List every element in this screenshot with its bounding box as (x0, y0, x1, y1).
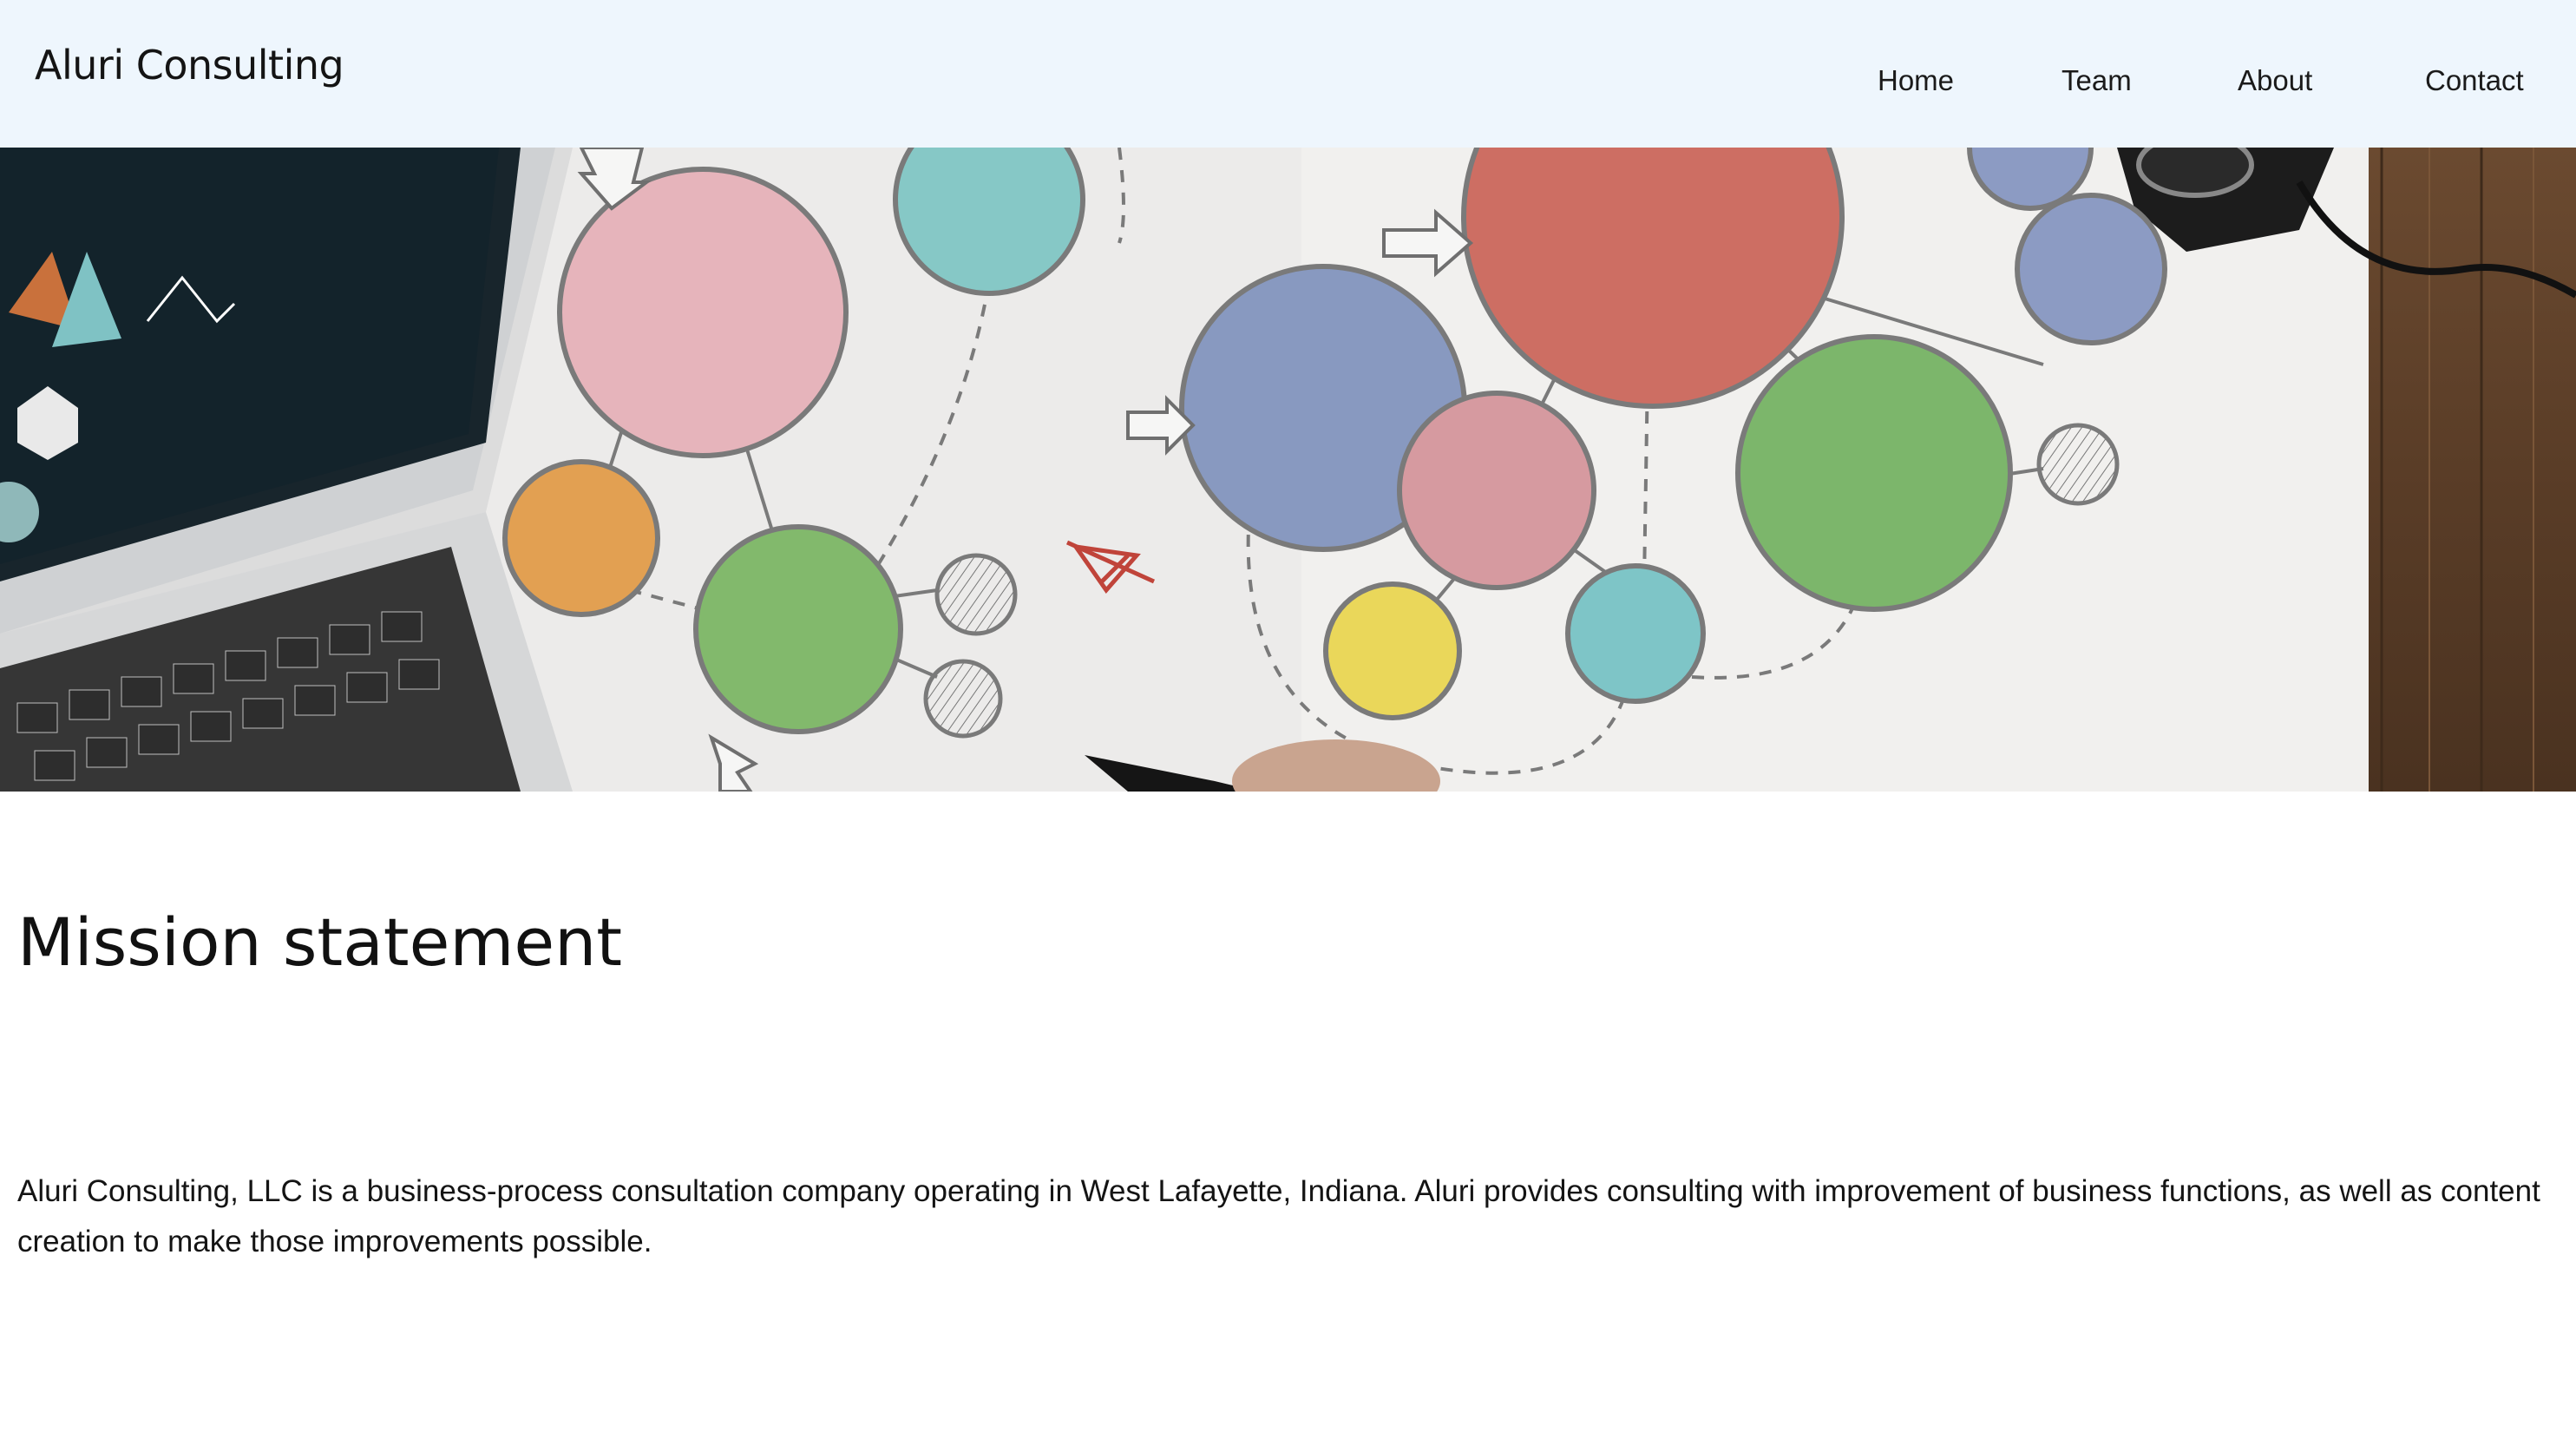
wooden-desk-icon (2369, 148, 2576, 792)
nav-link-about[interactable]: About (2238, 66, 2312, 95)
section-heading-mission: Mission statement (17, 903, 623, 981)
brand-logo-text[interactable]: Aluri Consulting (35, 45, 344, 85)
laptop-icon (0, 148, 573, 792)
hero-banner-image (0, 148, 2576, 792)
site-header: Aluri Consulting Home Team About Contact (0, 0, 2576, 148)
nav-link-team[interactable]: Team (2061, 66, 2132, 95)
nav-link-home[interactable]: Home (1878, 66, 1954, 95)
mission-paragraph: Aluri Consulting, LLC is a business-proc… (17, 1174, 2540, 1258)
nav-link-contact[interactable]: Contact (2425, 66, 2524, 95)
